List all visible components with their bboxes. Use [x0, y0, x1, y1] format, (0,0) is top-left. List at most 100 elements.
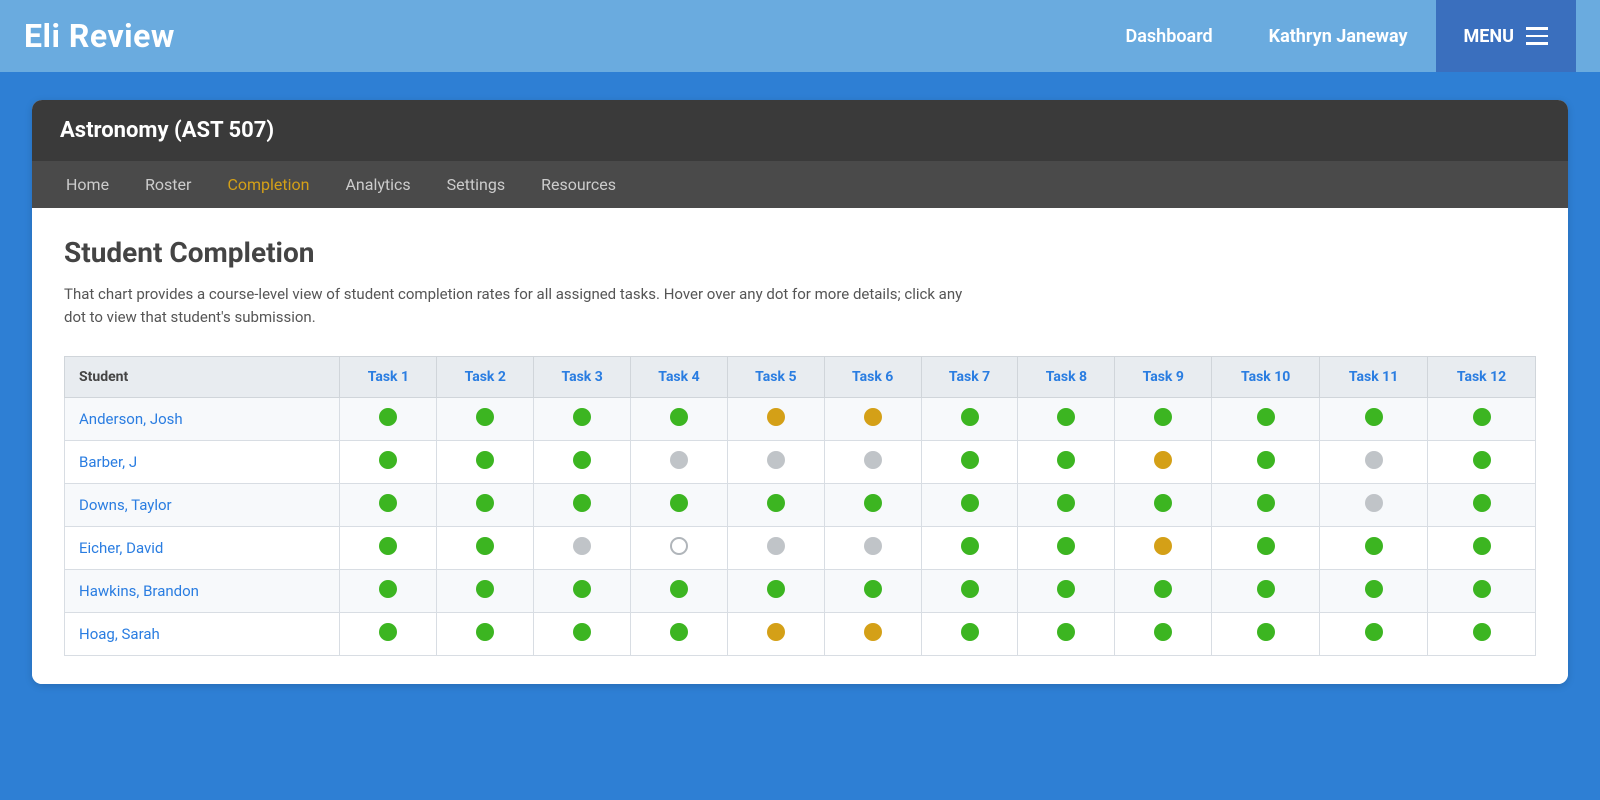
dot-green[interactable] [379, 623, 397, 641]
dot-green[interactable] [1473, 494, 1491, 512]
tab-analytics[interactable]: Analytics [327, 161, 428, 208]
task-cell-r2-t10 [1320, 484, 1428, 527]
dot-green[interactable] [573, 623, 591, 641]
dot-green[interactable] [1473, 408, 1491, 426]
dot-green[interactable] [1257, 537, 1275, 555]
header-right: Dashboard Kathryn Janeway MENU [1098, 0, 1576, 72]
dot-green[interactable] [767, 494, 785, 512]
task-cell-r2-t4 [727, 484, 824, 527]
dot-green[interactable] [476, 408, 494, 426]
dot-green[interactable] [1154, 494, 1172, 512]
dot-green[interactable] [1257, 580, 1275, 598]
dot-green[interactable] [1257, 451, 1275, 469]
tab-completion[interactable]: Completion [209, 161, 327, 208]
dot-green[interactable] [864, 580, 882, 598]
dot-yellow[interactable] [1154, 537, 1172, 555]
student-name-cell[interactable]: Downs, Taylor [65, 484, 340, 527]
dot-green[interactable] [961, 537, 979, 555]
dot-green[interactable] [1257, 408, 1275, 426]
dot-green[interactable] [1365, 623, 1383, 641]
dot-green[interactable] [379, 494, 397, 512]
dot-green[interactable] [670, 623, 688, 641]
tab-settings[interactable]: Settings [429, 161, 523, 208]
dot-green[interactable] [1473, 623, 1491, 641]
dot-gray[interactable] [670, 451, 688, 469]
dot-green[interactable] [1257, 623, 1275, 641]
student-name-cell[interactable]: Hoag, Sarah [65, 613, 340, 656]
user-menu[interactable]: Kathryn Janeway [1241, 26, 1436, 47]
dot-green[interactable] [573, 494, 591, 512]
student-name-cell[interactable]: Barber, J [65, 441, 340, 484]
dot-green[interactable] [476, 494, 494, 512]
dot-gray[interactable] [1365, 451, 1383, 469]
dot-green[interactable] [379, 580, 397, 598]
dot-green[interactable] [1057, 537, 1075, 555]
dot-green[interactable] [476, 623, 494, 641]
dot-gray[interactable] [864, 537, 882, 555]
dot-gray[interactable] [864, 451, 882, 469]
dot-green[interactable] [1473, 537, 1491, 555]
dot-green[interactable] [476, 580, 494, 598]
dot-green[interactable] [1154, 623, 1172, 641]
dot-green[interactable] [1154, 580, 1172, 598]
dot-green[interactable] [961, 580, 979, 598]
table-row: Anderson, Josh [65, 398, 1536, 441]
tab-roster[interactable]: Roster [127, 161, 209, 208]
dot-green[interactable] [573, 408, 591, 426]
dot-gray[interactable] [767, 451, 785, 469]
dot-green[interactable] [670, 580, 688, 598]
dot-green[interactable] [1473, 451, 1491, 469]
dot-green[interactable] [1473, 580, 1491, 598]
student-name-cell[interactable]: Eicher, David [65, 527, 340, 570]
col-task6: Task 6 [824, 357, 921, 398]
student-name-cell[interactable]: Hawkins, Brandon [65, 570, 340, 613]
dot-green[interactable] [1057, 494, 1075, 512]
tab-home[interactable]: Home [48, 161, 127, 208]
student-name-cell[interactable]: Anderson, Josh [65, 398, 340, 441]
dot-green[interactable] [1365, 408, 1383, 426]
dot-green[interactable] [476, 451, 494, 469]
dot-yellow[interactable] [864, 623, 882, 641]
dot-yellow[interactable] [767, 623, 785, 641]
dot-green[interactable] [1057, 623, 1075, 641]
dot-green[interactable] [379, 408, 397, 426]
dot-empty[interactable] [670, 537, 688, 555]
dot-green[interactable] [961, 494, 979, 512]
dot-green[interactable] [573, 451, 591, 469]
dot-yellow[interactable] [1154, 451, 1172, 469]
dot-green[interactable] [961, 408, 979, 426]
dashboard-link[interactable]: Dashboard [1098, 26, 1241, 47]
dot-gray[interactable] [1365, 494, 1383, 512]
task-cell-r0-t4 [727, 398, 824, 441]
dot-green[interactable] [1257, 494, 1275, 512]
col-task10: Task 10 [1212, 357, 1320, 398]
dot-yellow[interactable] [767, 408, 785, 426]
task-cell-r0-t3 [631, 398, 728, 441]
dot-green[interactable] [1365, 537, 1383, 555]
tab-resources[interactable]: Resources [523, 161, 634, 208]
dot-green[interactable] [767, 580, 785, 598]
dot-green[interactable] [670, 494, 688, 512]
menu-button[interactable]: MENU [1436, 0, 1576, 72]
dot-green[interactable] [476, 537, 494, 555]
dot-green[interactable] [573, 580, 591, 598]
dot-green[interactable] [864, 494, 882, 512]
dot-gray[interactable] [573, 537, 591, 555]
dot-yellow[interactable] [864, 408, 882, 426]
dot-gray[interactable] [767, 537, 785, 555]
task-cell-r1-t5 [824, 441, 921, 484]
dot-green[interactable] [961, 451, 979, 469]
dot-green[interactable] [670, 408, 688, 426]
dot-green[interactable] [1057, 580, 1075, 598]
dot-green[interactable] [1057, 451, 1075, 469]
dot-green[interactable] [1154, 408, 1172, 426]
dot-green[interactable] [961, 623, 979, 641]
task-cell-r4-t7 [1018, 570, 1115, 613]
dot-green[interactable] [379, 537, 397, 555]
section-description: That chart provides a course-level view … [64, 283, 964, 328]
dot-green[interactable] [1057, 408, 1075, 426]
task-cell-r1-t3 [631, 441, 728, 484]
hamburger-icon [1526, 27, 1548, 45]
dot-green[interactable] [1365, 580, 1383, 598]
dot-green[interactable] [379, 451, 397, 469]
